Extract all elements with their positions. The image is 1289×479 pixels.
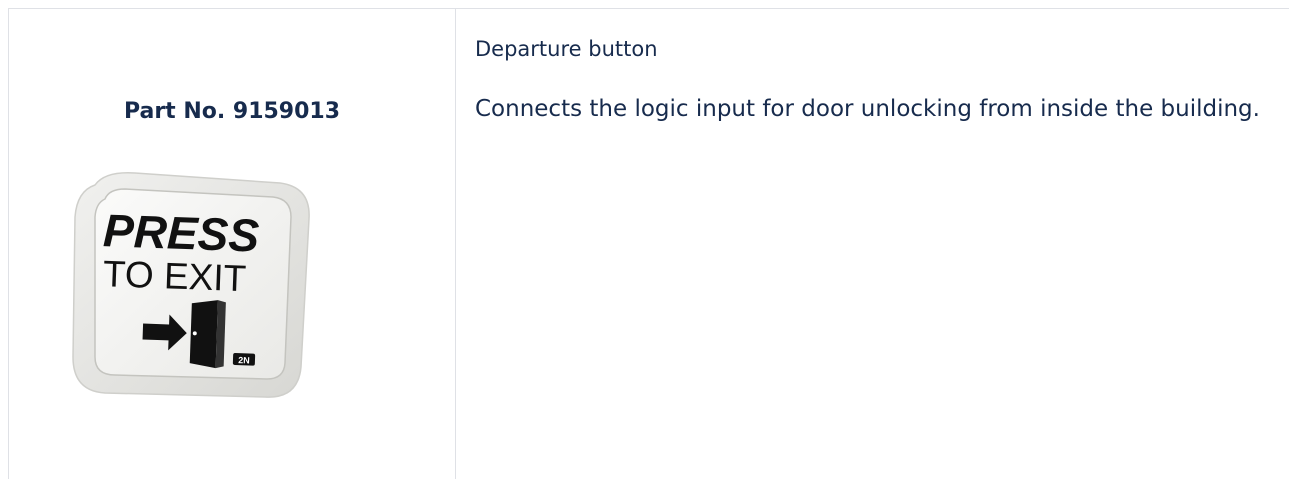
part-number: Part No. 9159013 [123,99,341,124]
press-to-exit-button-image: PRESS TO EXIT 2N [72,172,310,398]
product-table: Part No. 9159013 PRESS TO EXIT 2N Depart… [8,8,1289,479]
brand-badge: 2N [232,353,256,366]
product-image-cell: Part No. 9159013 PRESS TO EXIT 2N [9,9,456,479]
svg-text:2N: 2N [238,355,250,365]
product-title: Departure button [475,37,658,61]
product-description-cell: Departure button Connects the logic inpu… [456,9,1289,479]
to-exit-label: TO EXIT [102,253,247,299]
product-description: Connects the logic input for door unlock… [475,96,1260,122]
